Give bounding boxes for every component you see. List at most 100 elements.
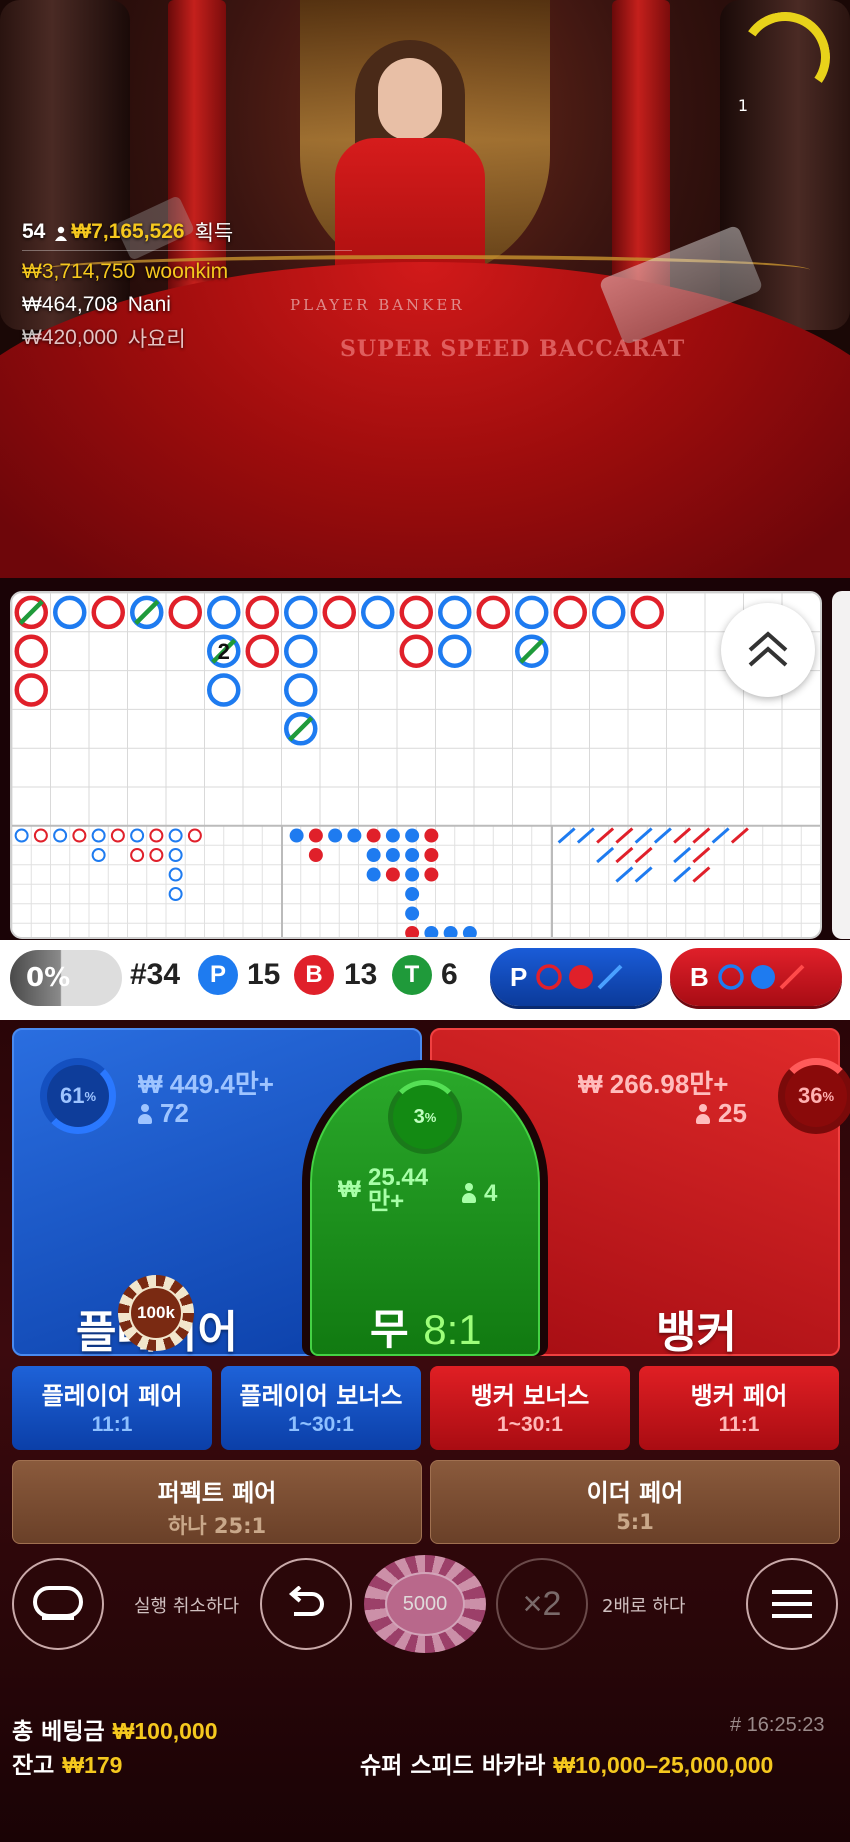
chat-bubble-icon: [33, 1586, 83, 1620]
tie-slash: [18, 599, 44, 625]
round-number: #34: [130, 958, 181, 991]
player-bonus-bet[interactable]: 플레이어 보너스 1~30:1: [221, 1366, 421, 1450]
winner-name: Nani: [127, 292, 171, 316]
roadmap-next-panel[interactable]: [832, 591, 850, 939]
player-result-circle: [361, 595, 395, 630]
small-road-dot: [424, 828, 439, 843]
selected-chip-button[interactable]: 5000: [364, 1555, 486, 1653]
double-button[interactable]: ×2: [496, 1558, 588, 1650]
small-road-dot: [385, 848, 400, 863]
small-road-dot: [328, 828, 343, 843]
big-eye-circle: [91, 828, 106, 843]
banker-result-circle: [399, 634, 433, 668]
banker-result-circle: [630, 595, 664, 630]
banker-result-circle: [553, 595, 587, 630]
expand-roadmap-button[interactable]: [721, 603, 815, 697]
winner-row: ₩3,714,750 woonkim: [22, 255, 352, 288]
banker-result-circle: [399, 595, 433, 630]
player-percent: 61: [59, 1083, 85, 1108]
small-road-dot: [424, 867, 439, 882]
player-count: 15: [247, 958, 281, 991]
cockroach-slash: [673, 846, 692, 864]
player-result-circle: [284, 673, 318, 707]
winners-count: 54: [22, 220, 46, 243]
tie-label-text: 무: [370, 1305, 409, 1354]
big-eye-circle: [110, 828, 125, 843]
winner-row: ₩464,708 Nani: [22, 288, 352, 321]
double-label: 2배로 하다: [602, 1596, 686, 1617]
selected-chip-value: 5000: [385, 1572, 465, 1636]
small-road-dot: [405, 906, 420, 921]
tie-slash: [288, 716, 314, 742]
tie-bettor-count: 4: [484, 1180, 498, 1207]
banker-result-circle: [245, 595, 279, 630]
banker-result-circle: [14, 634, 48, 668]
banker-dot-icon: B: [294, 955, 334, 995]
big-eye-circle: [72, 828, 87, 843]
small-road-dot: [347, 828, 362, 843]
winner-amount: ₩3,714,750: [22, 259, 136, 283]
perfect-pair-bet[interactable]: 퍼펙트 페어 하나 25:1: [12, 1460, 422, 1544]
banker-pair-bet[interactable]: 뱅커 페어 11:1: [639, 1366, 839, 1450]
banker-total-amount: ₩ 266.98만+: [578, 1069, 729, 1099]
roadmap-grid: 2: [12, 593, 820, 937]
player-percent-ring: 61%: [40, 1058, 116, 1134]
side-bet-odds: 11:1: [91, 1413, 133, 1436]
either-pair-bet[interactable]: 이더 페어 5:1: [430, 1460, 840, 1544]
tie-amount-unit: 만+: [368, 1188, 405, 1215]
tie-odds: 8:1: [423, 1306, 482, 1353]
small-road-dot: [405, 828, 420, 843]
player-bettor-count: 72: [160, 1098, 189, 1128]
winner-name: 사요리: [127, 327, 186, 351]
player-result-circle: [592, 595, 626, 630]
tie-percent-sign: %: [424, 1109, 437, 1125]
round-timestamp: # 16:25:23: [730, 1714, 825, 1736]
player-ask-button[interactable]: P: [490, 948, 662, 1006]
percent-toggle[interactable]: 0%: [10, 950, 122, 1006]
cockroach-slash: [576, 827, 595, 844]
cockroach-slash: [634, 866, 653, 883]
cockroach-slash: [673, 866, 692, 883]
banker-result-circle: [245, 634, 279, 668]
small-road-dot: [405, 926, 420, 937]
banker-result-circle: [476, 595, 510, 630]
cockroach-slash: [673, 827, 692, 844]
banker-percent-sign: %: [822, 1088, 835, 1104]
stats-bar: 0% #34 P 15 B 13 T 6 P B: [0, 940, 850, 1020]
big-eye-circle: [53, 828, 68, 843]
winners-total: ₩7,165,526: [71, 220, 185, 243]
total-bet-label: 총 베팅금: [12, 1719, 105, 1745]
banker-result-circle: [14, 673, 48, 707]
player-pair-bet[interactable]: 플레이어 페어 11:1: [12, 1366, 212, 1450]
winner-amount: ₩420,000: [22, 325, 118, 349]
banker-bonus-bet[interactable]: 뱅커 보너스 1~30:1: [430, 1366, 630, 1450]
small-road-dot: [308, 828, 323, 843]
player-result-circle: [438, 595, 472, 630]
player-result-circle: [284, 595, 318, 630]
banker-percent: 36: [797, 1083, 823, 1108]
scoreboard-roadmap[interactable]: 2: [10, 591, 822, 939]
chat-button[interactable]: [12, 1558, 104, 1650]
small-road-dot: [405, 867, 420, 882]
cockroach-slash: [711, 827, 730, 844]
game-name: 슈퍼 스피드 바카라: [360, 1753, 546, 1779]
person-icon: [462, 1183, 476, 1203]
cockroach-slash: [615, 846, 634, 864]
cockroach-slash: [596, 827, 615, 844]
small-road-dot: [443, 926, 458, 937]
banker-count: 13: [344, 958, 378, 991]
side-bet-title: 뱅커 보너스: [470, 1382, 590, 1410]
menu-button[interactable]: [746, 1558, 838, 1650]
cockroach-slash: [692, 866, 711, 883]
winners-total-suffix: 획득: [194, 222, 234, 245]
balance-label: 잔고: [12, 1753, 55, 1779]
undo-button[interactable]: [260, 1558, 352, 1650]
player-bettors: 72: [138, 1098, 189, 1129]
player-dot-icon: P: [198, 955, 238, 995]
small-road-dot: [424, 926, 439, 937]
winners-list: 54 ₩7,165,526 획득 ₩3,714,750 woonkim ₩464…: [22, 218, 352, 354]
banker-ask-button[interactable]: B: [670, 948, 842, 1006]
big-eye-circle: [168, 828, 183, 843]
tie-percent: 3: [413, 1105, 425, 1128]
placed-chip[interactable]: 100k: [118, 1275, 194, 1351]
